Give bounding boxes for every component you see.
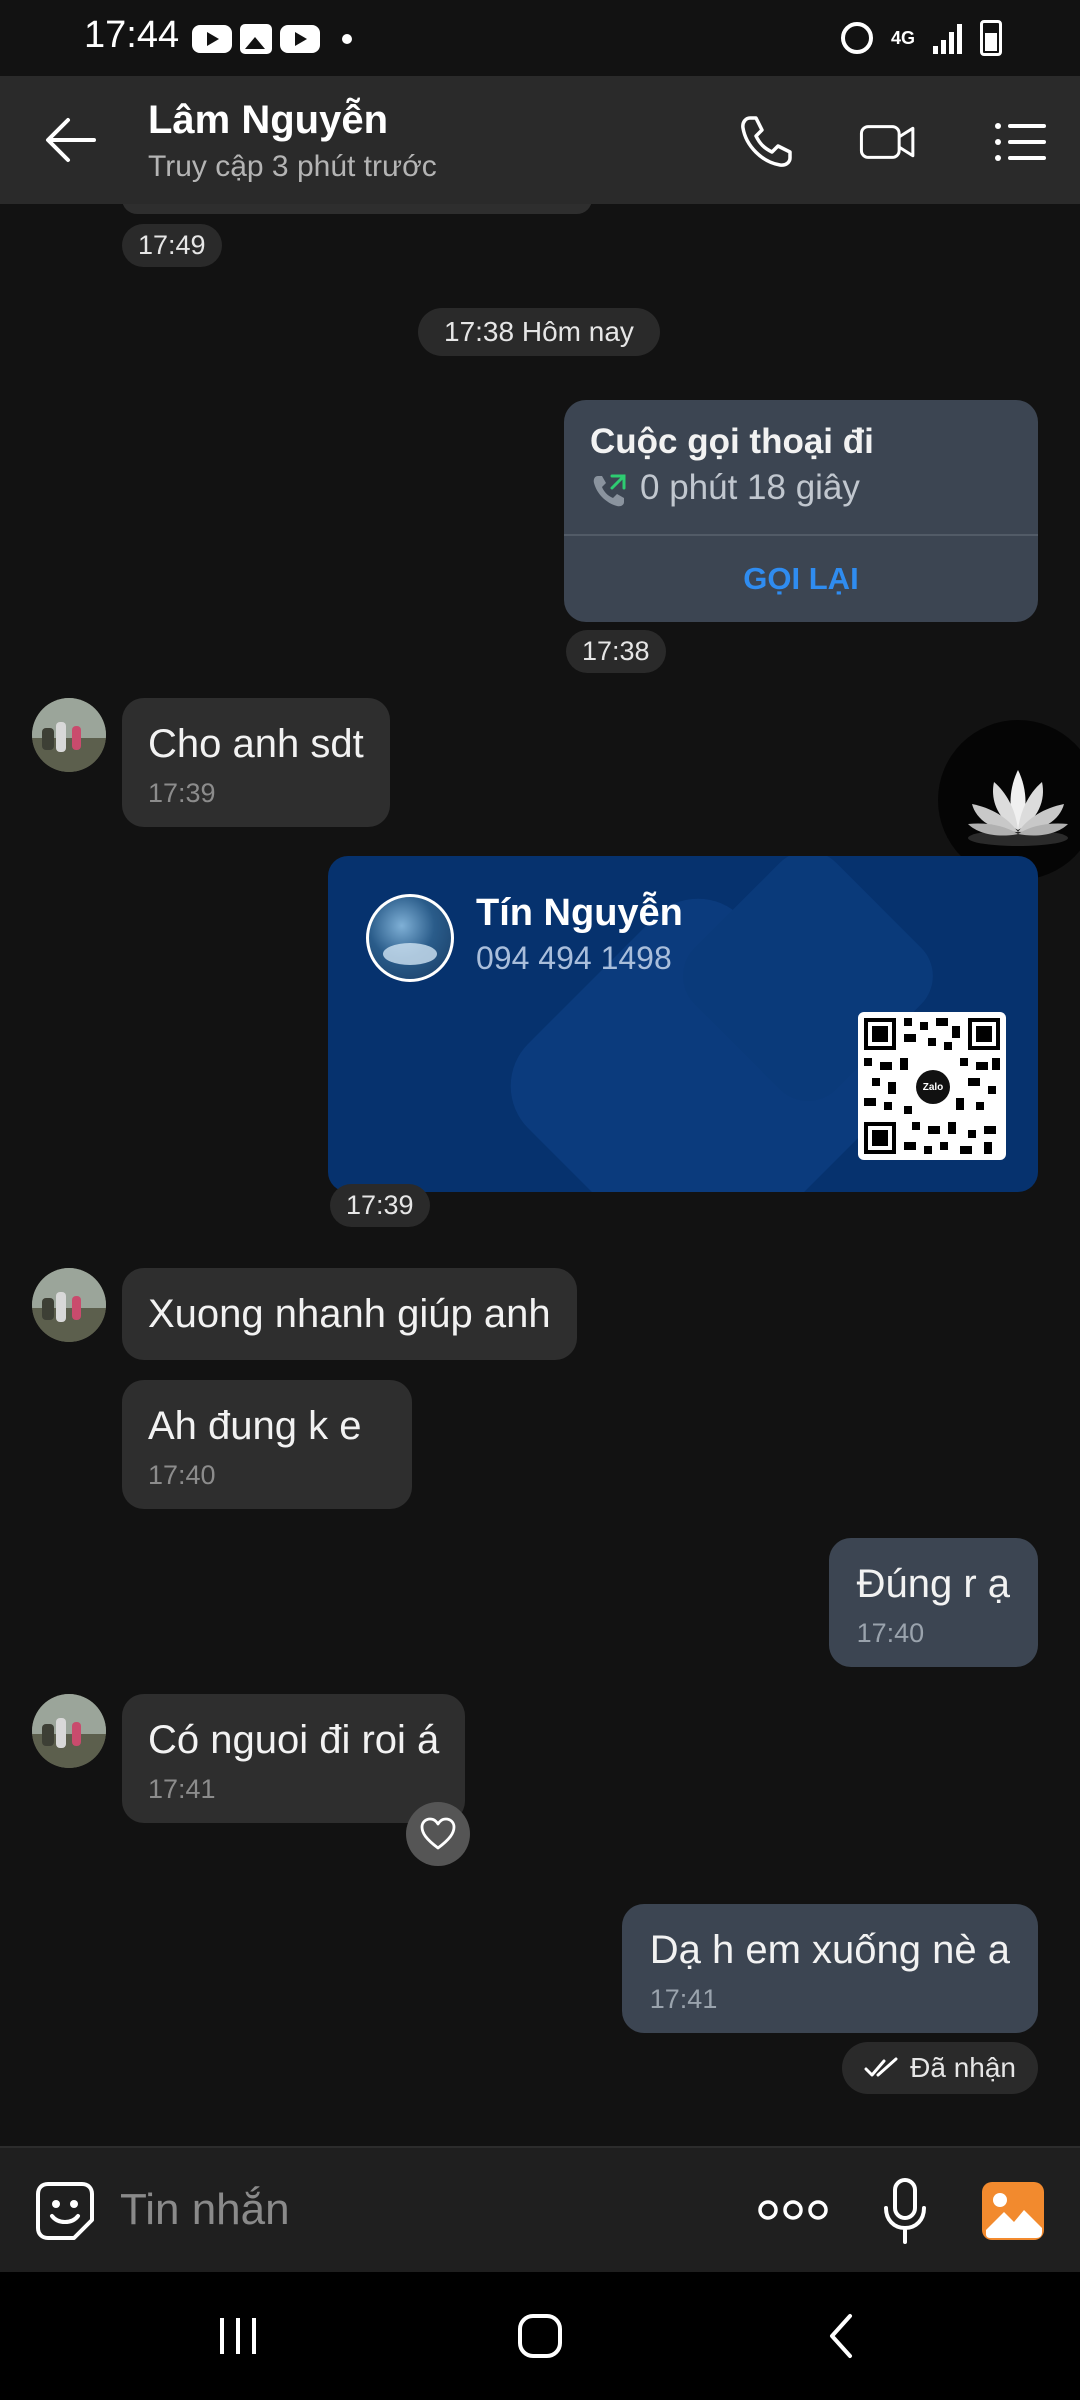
outgoing-message-bubble[interactable]: Đúng r ạ 17:40 [828, 1538, 1038, 1667]
message-time: 17:39 [330, 1184, 430, 1227]
heart-icon [420, 1817, 456, 1850]
more-notifications-dot-icon [342, 34, 352, 44]
battery-icon [980, 20, 1002, 56]
shared-contact-avatar [366, 894, 454, 982]
youtube-icon [192, 25, 232, 53]
qr-code[interactable]: Zalo [858, 1012, 1006, 1160]
shared-contact-name: Tín Nguyễn [476, 892, 683, 934]
shared-contact-card[interactable]: Tín Nguyễn 094 494 1498 Zalo [328, 856, 1038, 1192]
delivery-status-badge: Đã nhận [842, 2042, 1038, 2094]
outgoing-message-bubble[interactable]: Dạ h em xuống nè a 17:41 [621, 1904, 1038, 2033]
system-icons: 4G [840, 20, 1002, 56]
incoming-message-bubble[interactable]: Cho anh sdt 17:39 [122, 698, 390, 827]
message-text: Đúng r ạ [856, 1562, 1010, 1606]
call-back-button[interactable]: GỌI LẠI [564, 536, 1038, 622]
gallery-icon [240, 24, 272, 54]
contact-avatar[interactable] [32, 1694, 106, 1768]
outgoing-call-card[interactable]: Cuộc gọi thoại đi 0 phút 18 giây GỌI LẠI [564, 400, 1038, 622]
message-time: 17:40 [148, 1460, 216, 1490]
message-time: 17:41 [148, 1774, 216, 1804]
message-list[interactable]: 17:49 17:38 Hôm nay Cuộc gọi thoại đi 0 … [0, 204, 1080, 2146]
delivery-status-label: Đã nhận [910, 2052, 1016, 2083]
message-input-bar [0, 2146, 1080, 2272]
incoming-message-bubble[interactable]: Xuong nhanh giúp anh [122, 1268, 577, 1360]
call-duration: 0 phút 18 giây [640, 468, 860, 507]
message-bubble-partial[interactable] [122, 204, 592, 214]
signal-icon [933, 22, 962, 54]
contact-avatar[interactable] [32, 1268, 106, 1342]
message-text: Cho anh sdt [148, 722, 364, 766]
status-time: 17:44 [84, 14, 180, 56]
recent-apps-icon[interactable] [208, 2306, 268, 2366]
message-input[interactable] [120, 2172, 720, 2248]
double-check-icon [864, 2057, 898, 2077]
video-call-icon[interactable] [858, 112, 918, 172]
zalo-logo-icon: Zalo [916, 1070, 950, 1104]
message-time: 17:49 [122, 224, 222, 267]
incoming-message-bubble[interactable]: Ah đung k e 17:40 [122, 1380, 412, 1509]
voice-call-icon[interactable] [736, 112, 796, 172]
message-text: Ah đung k e [148, 1404, 362, 1448]
back-arrow-icon[interactable] [44, 116, 98, 164]
call-title: Cuộc gọi thoại đi [590, 422, 874, 461]
outgoing-call-icon [593, 474, 626, 507]
message-time: 17:38 [566, 630, 666, 673]
menu-list-icon[interactable] [990, 112, 1050, 172]
date-separator: 17:38 Hôm nay [418, 308, 660, 356]
contact-name[interactable]: Lâm Nguyễn [148, 98, 388, 143]
message-time: 17:39 [148, 778, 216, 808]
contact-avatar[interactable] [32, 698, 106, 772]
back-nav-icon[interactable] [812, 2306, 872, 2366]
network-type-label: 4G [890, 28, 915, 48]
message-text: Dạ h em xuống nè a [649, 1928, 1010, 1972]
alarm-icon [840, 22, 873, 54]
sticker-emoji-icon[interactable] [34, 2180, 96, 2242]
message-text: Có nguoi đi roi á [148, 1718, 440, 1762]
chat-header: Lâm Nguyễn Truy cập 3 phút trước [0, 76, 1080, 204]
message-time: 17:41 [649, 1984, 718, 2014]
contact-last-seen: Truy cập 3 phút trước [148, 150, 437, 183]
react-heart-button[interactable] [406, 1802, 470, 1866]
incoming-message-bubble[interactable]: Có nguoi đi roi á 17:41 [122, 1694, 466, 1823]
more-options-icon[interactable] [756, 2190, 830, 2230]
message-text: Xuong nhanh giúp anh [148, 1292, 551, 1336]
notification-icons [192, 24, 352, 54]
microphone-icon[interactable] [880, 2176, 930, 2246]
youtube-icon [280, 25, 320, 53]
status-bar: 17:44 4G [0, 0, 1080, 76]
image-picker-icon[interactable] [980, 2180, 1046, 2242]
home-icon[interactable] [510, 2306, 570, 2366]
message-time: 17:40 [856, 1618, 925, 1648]
system-navigation-bar [0, 2272, 1080, 2400]
shared-contact-phone: 094 494 1498 [476, 940, 672, 976]
